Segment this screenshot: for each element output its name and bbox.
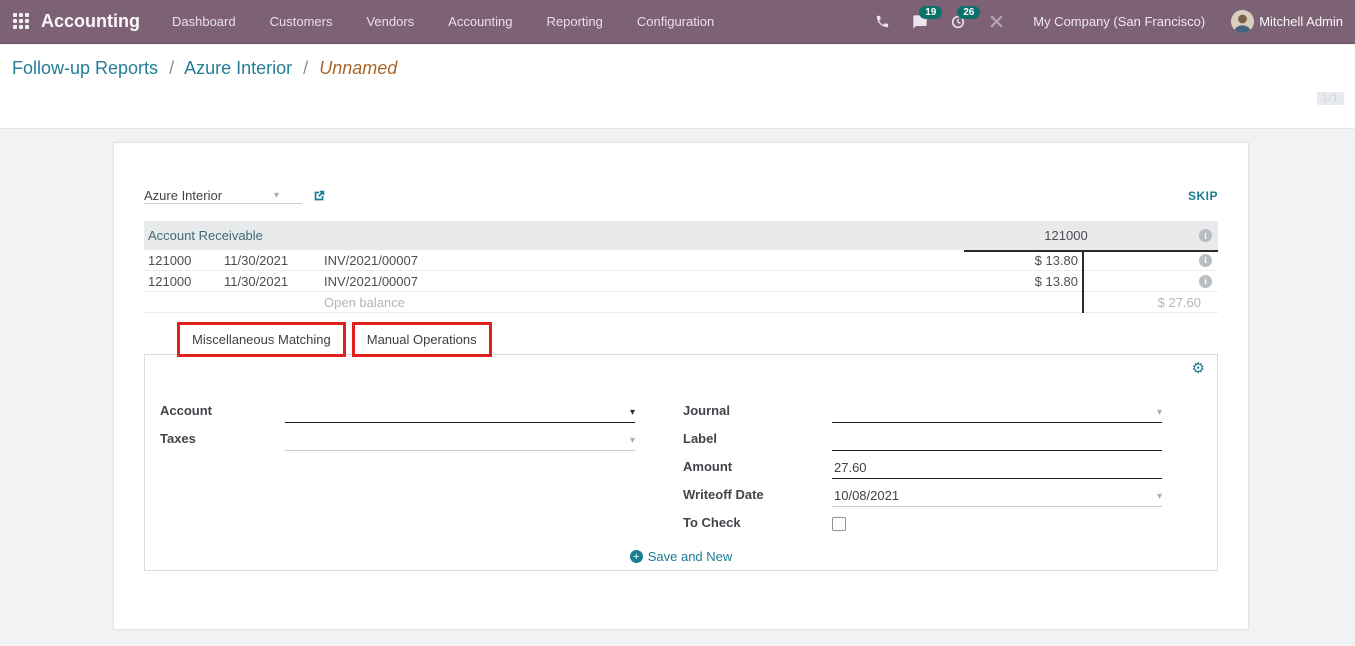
- app-title[interactable]: Accounting: [41, 11, 140, 32]
- to-check-label: To Check: [683, 515, 832, 535]
- taxes-label: Taxes: [160, 431, 285, 451]
- account-label: Account: [160, 403, 285, 423]
- line-amount: $ 13.80: [962, 274, 1082, 289]
- info-icon[interactable]: i: [1199, 275, 1212, 288]
- user-menu[interactable]: Mitchell Admin: [1231, 10, 1343, 33]
- save-and-new-button[interactable]: + Save and New: [145, 549, 1217, 564]
- gear-icon[interactable]: ⚙: [1192, 359, 1205, 377]
- menu-vendors[interactable]: Vendors: [364, 10, 416, 33]
- chevron-down-icon[interactable]: ▾: [630, 407, 635, 418]
- breadcrumb-followup-reports[interactable]: Follow-up Reports: [12, 58, 158, 78]
- line-date: 11/30/2021: [224, 253, 324, 268]
- menu-reporting[interactable]: Reporting: [545, 10, 605, 33]
- breadcrumb-azure-interior[interactable]: Azure Interior: [184, 58, 292, 78]
- account-input[interactable]: [285, 402, 635, 422]
- open-balance-label: Open balance: [324, 295, 962, 310]
- line-label: INV/2021/00007: [324, 253, 962, 268]
- form-left-column: Account ▾ Taxes ▾: [160, 395, 650, 535]
- control-panel: Follow-up Reports / Azure Interior / Unn…: [0, 45, 1355, 129]
- external-link-icon[interactable]: [312, 189, 326, 203]
- journal-field: ▾: [832, 402, 1162, 423]
- writeoff-date-label: Writeoff Date: [683, 487, 832, 507]
- tab-manual-operations[interactable]: Manual Operations: [355, 325, 489, 354]
- activities-clock-icon[interactable]: 26: [943, 8, 973, 36]
- info-icon[interactable]: i: [1199, 254, 1212, 267]
- label-input[interactable]: [832, 430, 1162, 450]
- amount-label: Amount: [683, 459, 832, 479]
- breadcrumb-separator: /: [169, 58, 174, 78]
- line-amount: $ 13.80: [962, 253, 1082, 268]
- breadcrumb: Follow-up Reports / Azure Interior / Unn…: [12, 58, 397, 79]
- navbar-right: 19 26 My Company (San Francisco) Mitchel…: [867, 8, 1355, 36]
- label-label: Label: [683, 431, 832, 451]
- chevron-down-icon[interactable]: ▾: [1157, 491, 1162, 502]
- open-balance-row: Open balance $ 27.60: [144, 292, 1218, 313]
- writeoff-date-field: ▾: [832, 486, 1162, 507]
- phone-icon[interactable]: [867, 8, 897, 36]
- breadcrumb-separator: /: [303, 58, 308, 78]
- move-line-row[interactable]: 121000 11/30/2021 INV/2021/00007 $ 13.80…: [144, 271, 1218, 292]
- partner-input[interactable]: [144, 188, 274, 203]
- user-avatar: [1231, 10, 1254, 33]
- amount-field: [832, 458, 1162, 479]
- menu-configuration[interactable]: Configuration: [635, 10, 716, 33]
- company-switcher[interactable]: My Company (San Francisco): [1033, 14, 1205, 29]
- apps-menu-icon[interactable]: [13, 13, 31, 31]
- messages-icon[interactable]: 19: [905, 8, 935, 36]
- plus-icon: +: [630, 550, 643, 563]
- tools-icon[interactable]: [981, 8, 1011, 36]
- chevron-down-icon[interactable]: ▾: [1157, 407, 1162, 418]
- line-account: 121000: [144, 274, 224, 289]
- label-field: [832, 430, 1162, 451]
- account-header-row[interactable]: Account Receivable 121000 i: [144, 221, 1218, 250]
- reconciliation-card: ▾ SKIP Account Receivable 121000 i 12100…: [113, 142, 1249, 630]
- line-label: INV/2021/00007: [324, 274, 962, 289]
- line-date: 11/30/2021: [224, 274, 324, 289]
- move-lines: 121000 11/30/2021 INV/2021/00007 $ 13.80…: [144, 250, 1218, 313]
- activities-badge: 26: [957, 6, 980, 19]
- amount-input[interactable]: [832, 458, 1162, 478]
- account-name-link[interactable]: Account Receivable: [148, 228, 263, 243]
- amount-column-top-rule: [964, 250, 1218, 252]
- partner-field: ▾: [144, 188, 302, 204]
- journal-input[interactable]: [832, 402, 1162, 422]
- manual-operations-panel: ⚙ Account ▾ Taxes ▾: [144, 354, 1218, 571]
- annotation-red-box: Miscellaneous Matching: [177, 322, 346, 357]
- chevron-down-icon[interactable]: ▾: [274, 190, 279, 201]
- notebook-tabs: Miscellaneous Matching Manual Operations: [177, 322, 1218, 357]
- menu-dashboard[interactable]: Dashboard: [170, 10, 238, 33]
- tab-miscellaneous-matching[interactable]: Miscellaneous Matching: [180, 325, 343, 354]
- menu-customers[interactable]: Customers: [268, 10, 335, 33]
- pager[interactable]: 1/1: [1317, 92, 1344, 105]
- to-check-checkbox[interactable]: [832, 517, 846, 531]
- taxes-field: ▾: [285, 430, 635, 451]
- top-navbar: Accounting Dashboard Customers Vendors A…: [0, 0, 1355, 44]
- account-code: 121000: [939, 228, 1193, 243]
- save-and-new-label: Save and New: [648, 549, 733, 564]
- chevron-down-icon[interactable]: ▾: [630, 435, 635, 446]
- main-menu: Dashboard Customers Vendors Accounting R…: [170, 10, 716, 33]
- messages-badge: 19: [919, 6, 942, 19]
- form-right-column: Journal ▾ Label Amount: [683, 395, 1163, 535]
- journal-label: Journal: [683, 403, 832, 423]
- partner-row: ▾ SKIP: [144, 181, 1218, 211]
- skip-button[interactable]: SKIP: [1188, 189, 1218, 203]
- info-icon[interactable]: i: [1199, 229, 1212, 242]
- writeoff-date-input[interactable]: [832, 486, 1162, 506]
- breadcrumb-current-unnamed: Unnamed: [319, 58, 397, 78]
- navbar-left: Accounting Dashboard Customers Vendors A…: [0, 10, 716, 33]
- annotation-red-box: Manual Operations: [352, 322, 492, 357]
- menu-accounting[interactable]: Accounting: [446, 10, 514, 33]
- line-account: 121000: [144, 253, 224, 268]
- move-line-row[interactable]: 121000 11/30/2021 INV/2021/00007 $ 13.80…: [144, 250, 1218, 271]
- taxes-input[interactable]: [285, 430, 635, 450]
- account-field: ▾: [285, 402, 635, 423]
- user-name: Mitchell Admin: [1259, 14, 1343, 29]
- amount-column-divider: [1082, 250, 1084, 313]
- reconciliation-table: Account Receivable 121000 i 121000 11/30…: [144, 221, 1218, 313]
- open-balance-amount: $ 27.60: [1082, 295, 1218, 310]
